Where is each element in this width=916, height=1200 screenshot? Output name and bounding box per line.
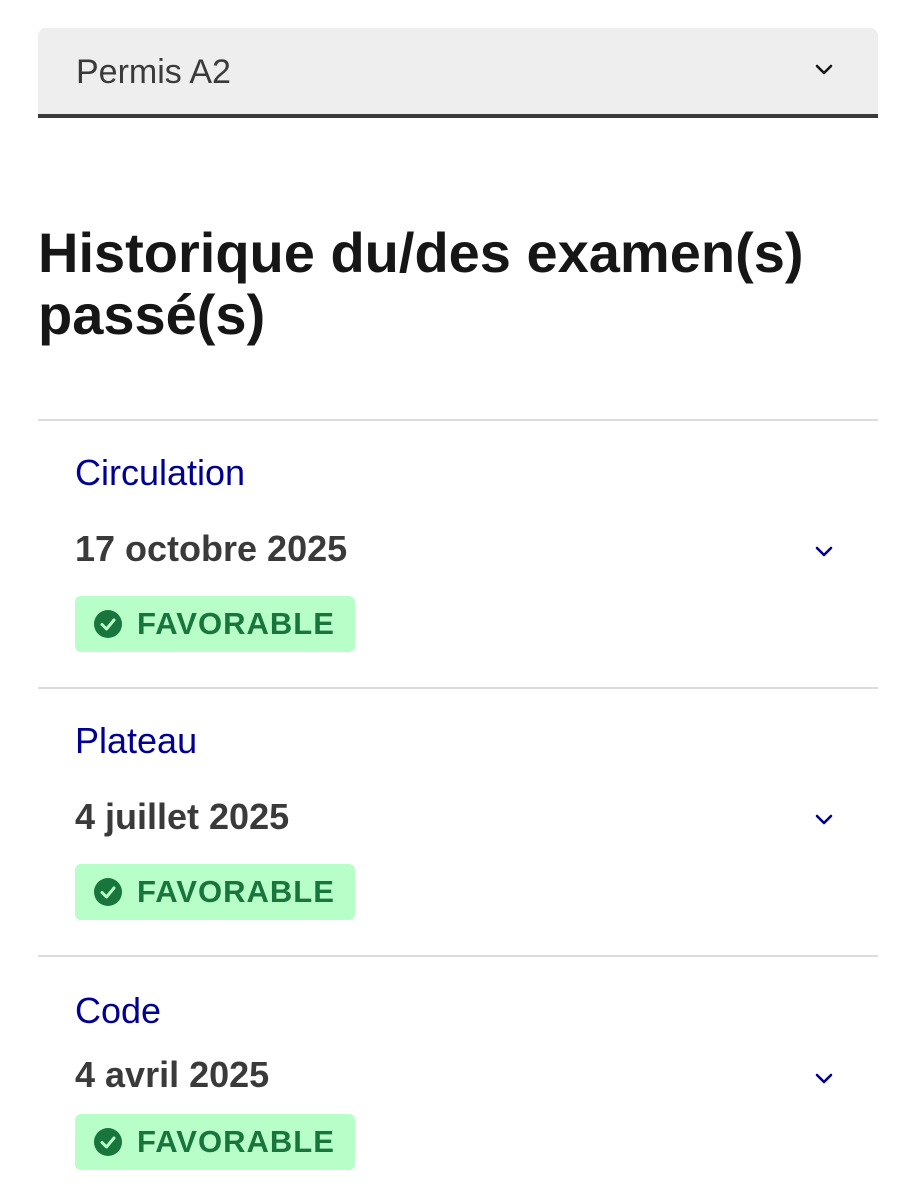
- status-badge: FAVORABLE: [75, 1114, 355, 1170]
- exam-item-circulation[interactable]: Circulation 17 octobre 2025 FAVORABLE: [38, 421, 878, 687]
- chevron-down-icon[interactable]: [814, 1072, 834, 1086]
- status-badge-label: FAVORABLE: [137, 1124, 335, 1159]
- chevron-down-icon: [815, 64, 833, 75]
- check-circle-icon: [94, 610, 122, 638]
- exam-date: 17 octobre 2025: [75, 528, 348, 569]
- status-badge-label: FAVORABLE: [137, 606, 335, 641]
- exam-date: 4 avril 2025: [75, 1054, 270, 1095]
- chevron-down-icon[interactable]: [814, 813, 834, 827]
- status-badge-label: FAVORABLE: [137, 874, 335, 909]
- status-badge: FAVORABLE: [75, 864, 355, 920]
- exam-item-code[interactable]: Code 4 avril 2025 FAVORABLE: [38, 957, 878, 1200]
- licence-select-value: Permis A2: [76, 53, 231, 91]
- exam-item-plateau[interactable]: Plateau 4 juillet 2025 FAVORABLE: [38, 689, 878, 955]
- exam-date: 4 juillet 2025: [75, 796, 290, 837]
- status-badge: FAVORABLE: [75, 596, 355, 652]
- check-circle-icon: [94, 878, 122, 906]
- exam-name: Plateau: [75, 720, 198, 761]
- licence-select[interactable]: Permis A2: [38, 28, 878, 118]
- exam-name: Circulation: [75, 452, 246, 493]
- page-title: Historique du/des examen(s) passé(s): [38, 221, 804, 346]
- exam-name: Code: [75, 990, 162, 1031]
- check-circle-icon: [94, 1128, 122, 1156]
- chevron-down-icon[interactable]: [814, 545, 834, 559]
